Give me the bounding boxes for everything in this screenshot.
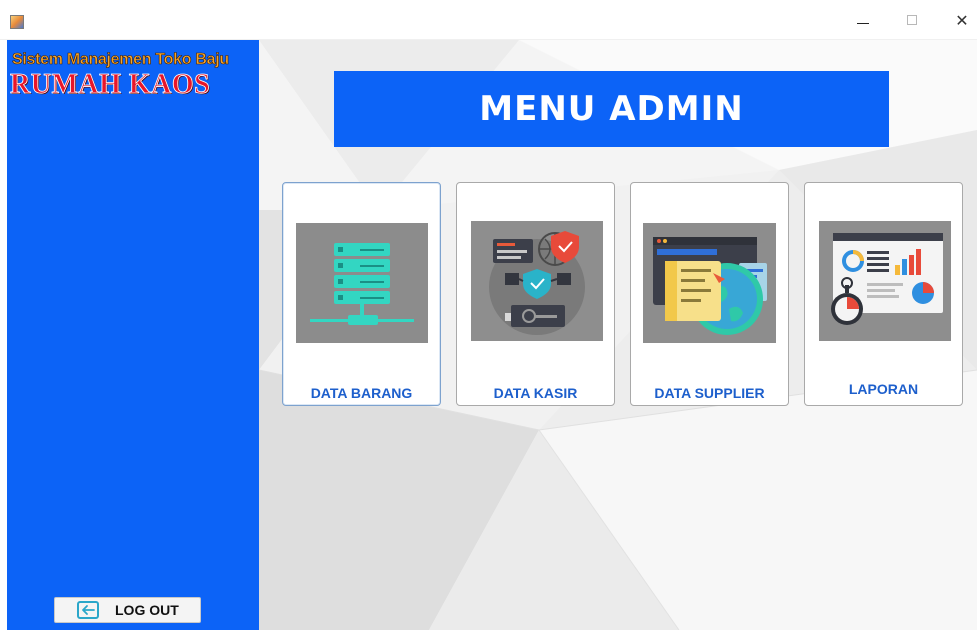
menu-card-laporan[interactable]: LAPORAN [804,182,963,406]
maximize-button[interactable] [897,8,927,32]
security-network-icon [471,221,603,341]
card-label: DATA BARANG [310,385,413,401]
page-title: MENU ADMIN [479,89,744,129]
window-titlebar: ✕ [0,0,977,40]
app-window: ✕ Sistem Manajemen Toko Baju RUMAH KAOS … [0,0,977,630]
logout-label: LOG OUT [115,602,179,618]
menu-banner: MENU ADMIN [334,71,889,147]
logout-button[interactable]: LOG OUT [54,597,201,623]
card-label: DATA SUPPLIER [654,385,765,401]
minimize-button[interactable] [848,8,878,32]
maximize-icon [907,15,917,25]
java-app-icon [10,15,24,29]
brand-subtitle: Sistem Manajemen Toko Baju [12,51,230,69]
report-dashboard-icon [819,221,951,341]
logout-arrow-icon [77,601,99,619]
globe-window-icon [643,223,776,343]
server-stack-icon [296,223,428,343]
menu-card-data-kasir[interactable]: DATA KASIR [456,182,615,406]
menu-card-data-supplier[interactable]: DATA SUPPLIER [630,182,789,406]
close-icon: ✕ [955,10,969,30]
close-button[interactable]: ✕ [947,8,977,32]
card-label: LAPORAN [848,381,919,397]
card-label: DATA KASIR [493,385,578,401]
sidebar [7,40,259,630]
brand-title: RUMAH KAOS [10,69,211,101]
minimize-icon [857,22,869,24]
menu-card-data-barang[interactable]: DATA BARANG [282,182,441,406]
